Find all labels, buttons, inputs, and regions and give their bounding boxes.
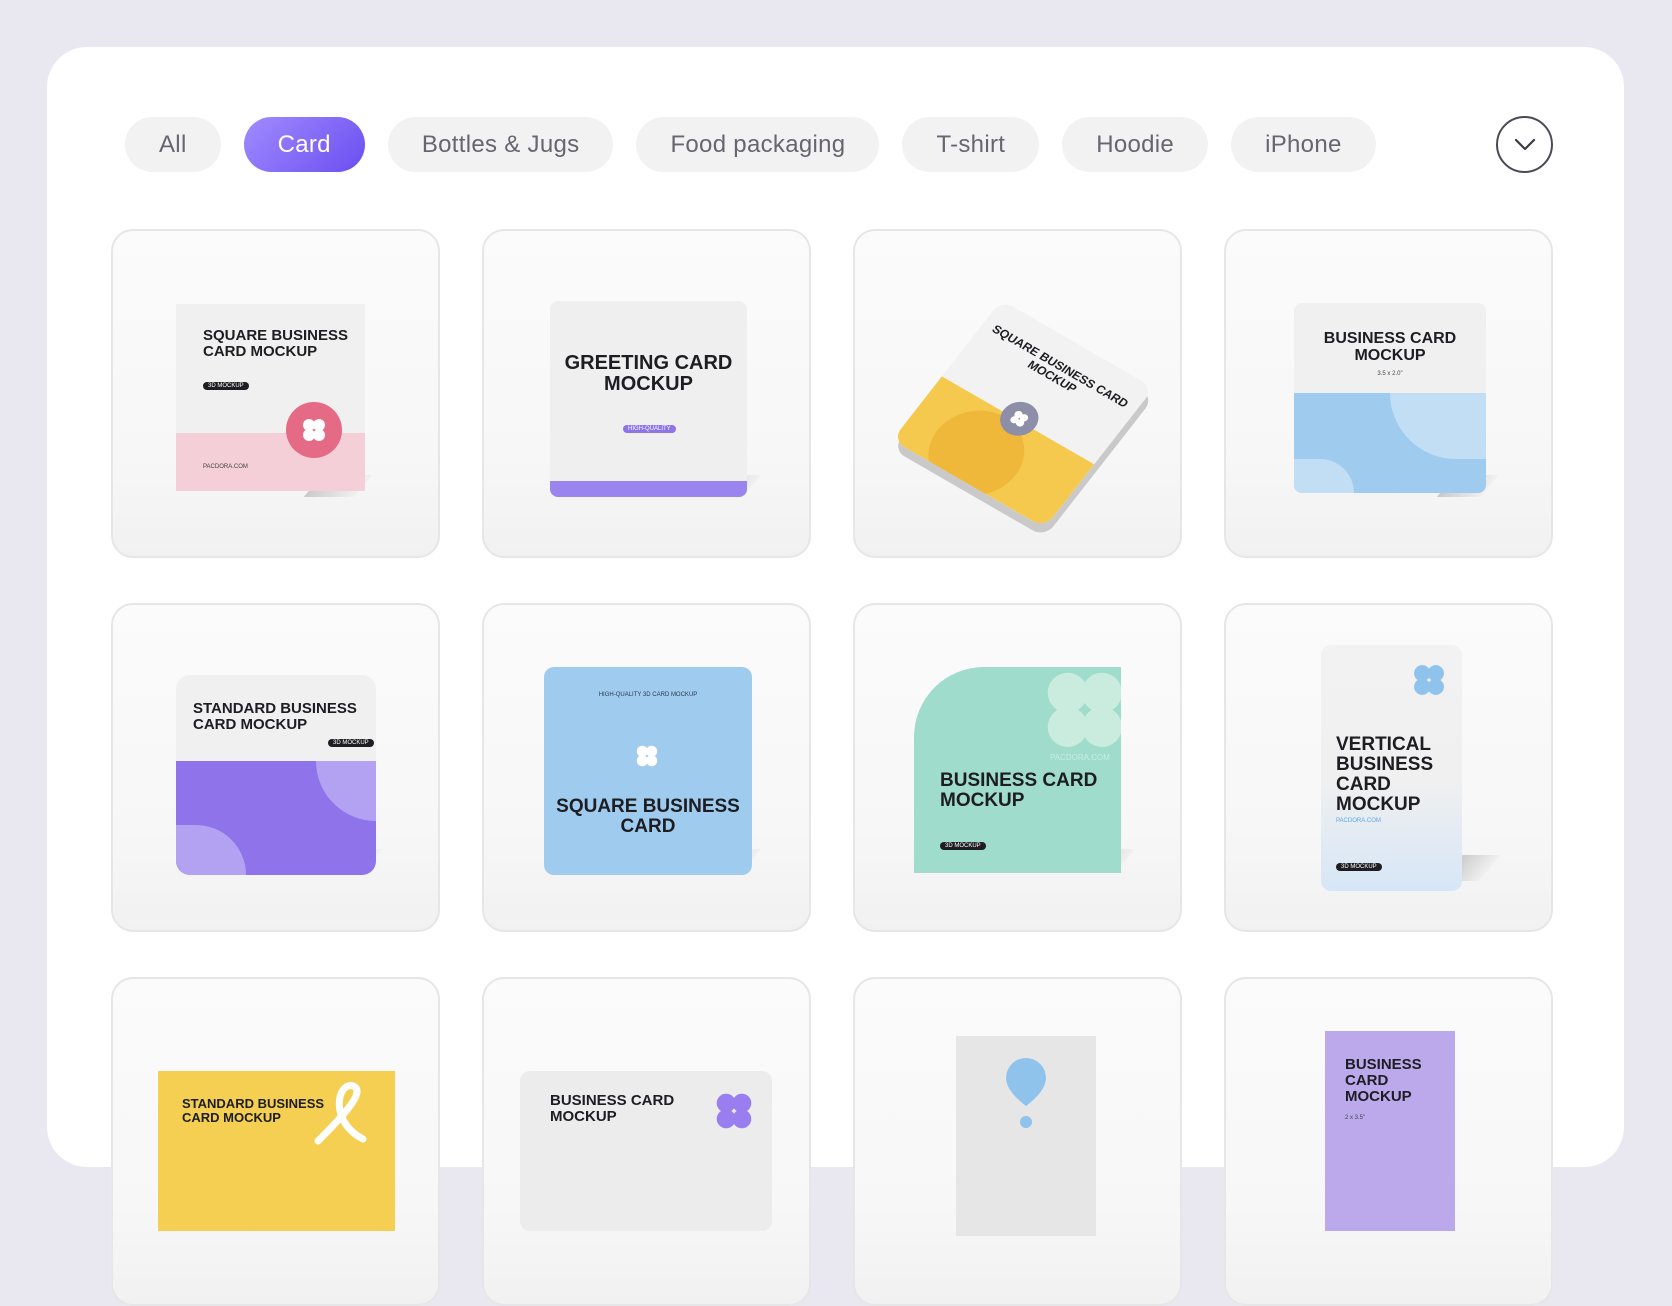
card-title: STANDARD BUSINESS CARD MOCKUP (193, 700, 357, 733)
clover-icon (1047, 672, 1121, 747)
mockup-tile[interactable]: BUSINESS CARD MOCKUP 2 x 3.5" (1224, 977, 1553, 1306)
clover-icon (636, 745, 658, 767)
card-mockup: STANDARD BUSINESS CARD MOCKUP 3D MOCKUP (176, 675, 376, 875)
card-footer: PACDORA.COM (203, 464, 248, 470)
card-title: BUSINESS CARD MOCKUP (940, 770, 1098, 811)
clover-icon (303, 419, 325, 441)
mockup-tile[interactable]: STANDARD BUSINESS CARD MOCKUP 3D MOCKUP (111, 603, 440, 932)
card-badge: 3D MOCKUP (203, 382, 249, 390)
mockup-tile[interactable]: STANDARD BUSINESS CARD MOCKUP (111, 977, 440, 1306)
card-mockup: SQUARE BUSINESS CARD MOCKUP (892, 299, 1154, 529)
mockup-tile[interactable] (853, 977, 1182, 1306)
card-mockup: VERTICAL BUSINESS CARD MOCKUP PACDORA.CO… (1321, 645, 1462, 891)
mockup-tile[interactable]: SQUARE BUSINESS CARD MOCKUP (853, 229, 1182, 558)
card-title: BUSINESS CARD MOCKUP (550, 1092, 675, 1125)
filter-chip-all[interactable]: All (125, 117, 221, 172)
card-mockup (956, 1036, 1096, 1236)
card-mockup: BUSINESS CARD MOCKUP (520, 1071, 772, 1231)
mockup-tile[interactable]: GREETING CARD MOCKUP HIGH-QUALITY (482, 229, 811, 558)
mockup-tile[interactable]: VERTICAL BUSINESS CARD MOCKUP PACDORA.CO… (1224, 603, 1553, 932)
card-mockup: GREETING CARD MOCKUP HIGH-QUALITY (550, 301, 747, 497)
card-badge: 3D MOCKUP (328, 739, 374, 747)
logo-seal (286, 402, 342, 458)
card-title: GREETING CARD MOCKUP (564, 352, 733, 395)
more-categories-button[interactable] (1496, 116, 1553, 173)
card-title: BUSINESS CARD MOCKUP (1345, 1056, 1422, 1105)
filter-chip-iphone[interactable]: iPhone (1231, 117, 1376, 172)
mockup-tile[interactable]: BUSINESS CARD MOCKUP 3.5 x 2.0" (1224, 229, 1553, 558)
card-subtitle: HIGH-QUALITY 3D CARD MOCKUP (598, 692, 698, 698)
card-title: STANDARD BUSINESS CARD MOCKUP (182, 1096, 325, 1125)
clover-icon (1414, 665, 1444, 695)
card-mockup: STANDARD BUSINESS CARD MOCKUP (158, 1071, 395, 1231)
drop-graphic (1006, 1058, 1046, 1128)
card-title: SQUARE BUSINESS CARD (556, 796, 740, 837)
card-title: SQUARE BUSINESS CARD MOCKUP (203, 327, 349, 360)
mockup-tile[interactable]: HIGH-QUALITY 3D CARD MOCKUP SQUARE BUSIN… (482, 603, 811, 932)
card-title: VERTICAL BUSINESS CARD MOCKUP (1336, 734, 1434, 815)
mockup-tile[interactable]: BUSINESS CARD MOCKUP (482, 977, 811, 1306)
filter-chip-bottles-jugs[interactable]: Bottles & Jugs (387, 117, 614, 172)
mockup-grid: SQUARE BUSINESS CARD MOCKUP 3D MOCKUP PA… (111, 229, 1553, 1306)
filter-chip-card[interactable]: Card (243, 117, 365, 172)
clover-icon (1010, 410, 1029, 427)
card-mockup: BUSINESS CARD MOCKUP 3.5 x 2.0" (1294, 303, 1486, 493)
card-mockup: BUSINESS CARD MOCKUP 2 x 3.5" (1325, 1031, 1455, 1231)
card-footer: PACDORA.COM (1336, 818, 1381, 824)
card-title: BUSINESS CARD MOCKUP (1323, 330, 1457, 364)
chevron-down-icon (1514, 138, 1535, 150)
filter-chip-food-packaging[interactable]: Food packaging (636, 117, 880, 172)
card-badge: 3D MOCKUP (1336, 863, 1382, 871)
ring-text: PACDORA.COM (1050, 753, 1110, 762)
filter-chip-hoodie[interactable]: Hoodie (1062, 117, 1209, 172)
card-badge: 3.5 x 2.0" (1377, 371, 1403, 377)
card-mockup: HIGH-QUALITY 3D CARD MOCKUP SQUARE BUSIN… (544, 667, 752, 875)
filter-chip-t-shirt[interactable]: T-shirt (902, 117, 1040, 172)
mockup-tile[interactable]: SQUARE BUSINESS CARD MOCKUP 3D MOCKUP PA… (111, 229, 440, 558)
card-badge: 3D MOCKUP (940, 842, 986, 850)
card-badge: HIGH-QUALITY (623, 425, 676, 433)
category-filter-bar: All Card Bottles & Jugs Food packaging T… (125, 117, 1376, 172)
card-badge: 2 x 3.5" (1345, 1115, 1366, 1121)
card-mockup: PACDORA.COM BUSINESS CARD MOCKUP 3D MOCK… (914, 667, 1121, 873)
card-mockup: SQUARE BUSINESS CARD MOCKUP 3D MOCKUP PA… (176, 304, 365, 491)
mockup-tile[interactable]: PACDORA.COM BUSINESS CARD MOCKUP 3D MOCK… (853, 603, 1182, 932)
